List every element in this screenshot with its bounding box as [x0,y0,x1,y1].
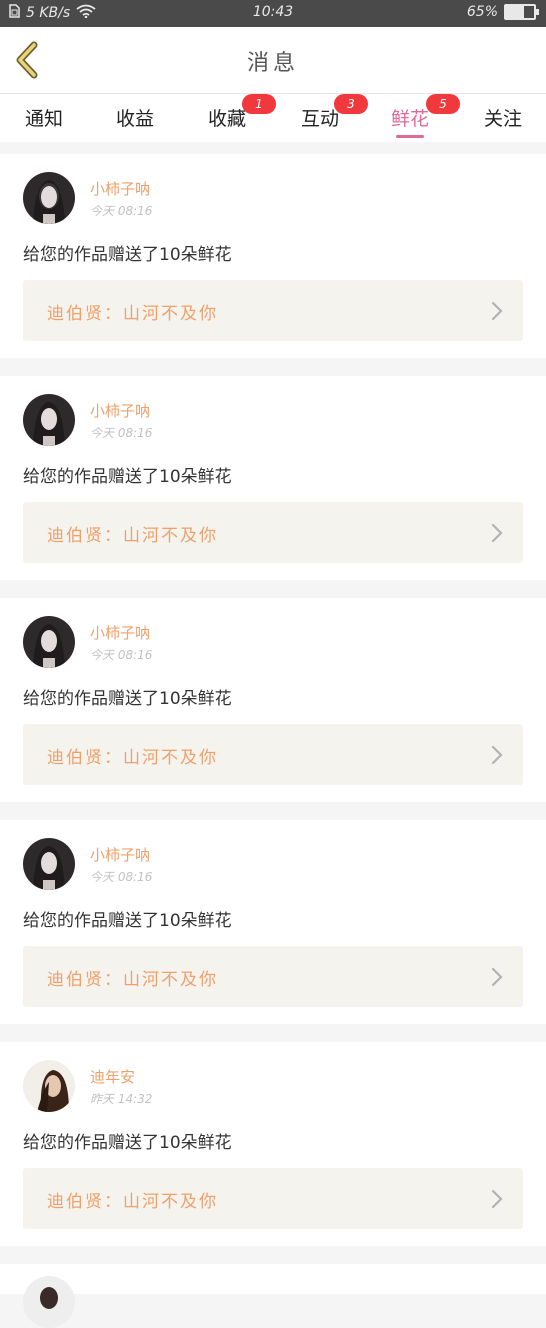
tab-earnings[interactable]: 收益 [95,100,175,140]
message-text: 给您的作品赠送了10朵鲜花 [23,1133,232,1153]
sender-name[interactable]: 小柿子呐 [90,178,150,199]
message-card: 小柿子呐 今天 08:16 给您的作品赠送了10朵鲜花 迪伯贤：山河不及你 [0,376,546,580]
avatar-icon[interactable] [23,1276,75,1328]
status-bar: 5 KB/s 10:43 65% [0,0,546,27]
chevron-right-icon [491,523,503,543]
message-card-partial [0,1264,546,1328]
work-reference-text: 迪伯贤：山河不及你 [47,748,218,768]
avatar-icon[interactable] [23,1060,75,1112]
chevron-right-icon [491,745,503,765]
work-reference-link[interactable]: 迪伯贤：山河不及你 [23,502,523,563]
sender-name[interactable]: 小柿子呐 [90,400,150,421]
avatar-icon[interactable] [23,838,75,890]
work-reference-text: 迪伯贤：山河不及你 [47,304,218,324]
sender-name[interactable]: 迪年安 [90,1066,135,1087]
sender-name[interactable]: 小柿子呐 [90,844,150,865]
work-reference-link[interactable]: 迪伯贤：山河不及你 [23,280,523,341]
work-reference-text: 迪伯贤：山河不及你 [47,526,218,546]
message-text: 给您的作品赠送了10朵鲜花 [23,689,232,709]
active-tab-indicator [396,135,424,138]
message-time: 今天 08:16 [90,426,153,440]
message-card: 小柿子呐 今天 08:16 给您的作品赠送了10朵鲜花 迪伯贤：山河不及你 [0,598,546,802]
avatar-icon[interactable] [23,394,75,446]
tab-label: 收藏 [207,108,246,130]
chevron-right-icon [491,1189,503,1209]
avatar-icon[interactable] [23,172,75,224]
message-text: 给您的作品赠送了10朵鲜花 [23,245,232,265]
tab-interactions[interactable]: 互动 3 [280,94,368,140]
app-header: 消息 [0,27,546,94]
sender-name[interactable]: 小柿子呐 [90,622,150,643]
tab-label: 通知 [24,108,63,130]
status-time: 10:43 [252,4,294,20]
unread-badge: 3 [334,94,368,114]
message-time: 今天 08:16 [90,648,153,662]
message-time: 今天 08:16 [90,870,153,884]
message-text: 给您的作品赠送了10朵鲜花 [23,467,232,487]
message-card: 小柿子呐 今天 08:16 给您的作品赠送了10朵鲜花 迪伯贤：山河不及你 [0,820,546,1024]
tab-bar: 通知 收益 收藏 1 互动 3 鲜花 5 关注 [0,94,546,142]
work-reference-link[interactable]: 迪伯贤：山河不及你 [23,946,523,1007]
avatar-icon[interactable] [23,616,75,668]
tab-following[interactable]: 关注 [463,100,543,140]
tab-notifications[interactable]: 通知 [4,100,84,140]
tab-favorites[interactable]: 收藏 1 [187,94,276,140]
work-reference-text: 迪伯贤：山河不及你 [47,970,218,990]
status-right: 65% [466,4,539,20]
message-time: 昨天 14:32 [90,1092,153,1106]
tab-flowers[interactable]: 鲜花 5 [370,94,460,140]
chevron-right-icon [491,967,503,987]
work-reference-text: 迪伯贤：山河不及你 [47,1192,218,1212]
tab-label: 关注 [483,108,522,130]
battery-percent: 65% [466,4,498,20]
chevron-right-icon [491,301,503,321]
unread-badge: 1 [242,94,276,114]
page-title: 消息 [246,51,299,76]
work-reference-link[interactable]: 迪伯贤：山河不及你 [23,724,523,785]
message-card: 小柿子呐 今天 08:16 给您的作品赠送了10朵鲜花 迪伯贤：山河不及你 [0,154,546,358]
unread-badge: 5 [426,94,460,114]
message-time: 今天 08:16 [90,204,153,218]
work-reference-link[interactable]: 迪伯贤：山河不及你 [23,1168,523,1229]
tab-label: 鲜花 [390,108,429,130]
tab-label: 收益 [115,108,154,130]
battery-icon [504,4,539,20]
message-text: 给您的作品赠送了10朵鲜花 [23,911,232,931]
message-card: 迪年安 昨天 14:32 给您的作品赠送了10朵鲜花 迪伯贤：山河不及你 [0,1042,546,1246]
